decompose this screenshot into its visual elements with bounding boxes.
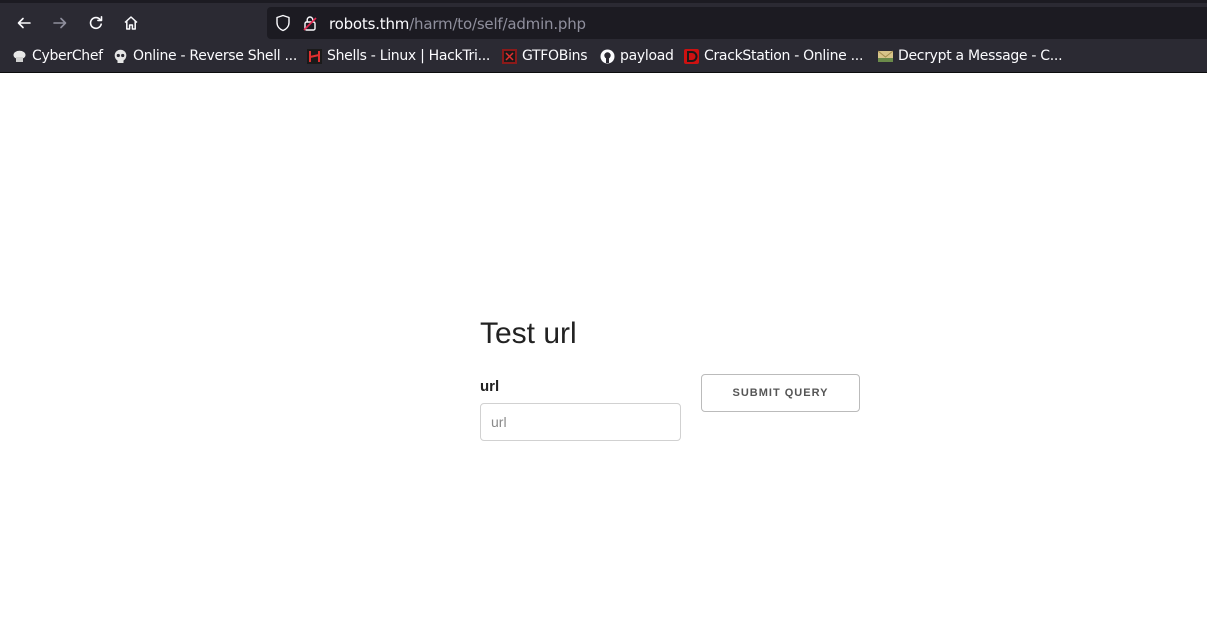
reload-icon	[89, 16, 103, 30]
bookmark-label: CrackStation - Online ...	[704, 48, 864, 64]
address-bar[interactable]: robots.thm/harm/to/self/admin.php	[267, 7, 1207, 39]
bookmark-decrypt-message[interactable]: Decrypt a Message - C...	[878, 47, 1063, 65]
github-icon	[600, 49, 615, 64]
bookmark-hacktricks[interactable]: Shells - Linux | HackTri...	[307, 47, 490, 65]
bookmark-cyberchef[interactable]: CyberChef	[12, 47, 103, 65]
url-input[interactable]	[480, 403, 681, 441]
chef-hat-icon	[12, 49, 27, 64]
gtfobins-icon	[502, 48, 517, 64]
url-host: robots.thm	[329, 15, 410, 33]
insecure-lock-icon[interactable]	[303, 15, 317, 31]
bookmark-label: Decrypt a Message - C...	[898, 48, 1063, 64]
url-path: /harm/to/self/admin.php	[409, 15, 586, 33]
bookmark-label: GTFOBins	[522, 48, 588, 64]
reload-button[interactable]	[82, 9, 110, 37]
bookmark-crackstation[interactable]: CrackStation - Online ...	[684, 47, 863, 65]
home-icon	[124, 16, 138, 30]
page-title: Test url	[480, 317, 577, 350]
browser-chrome: robots.thm/harm/to/self/admin.php CyberC…	[0, 0, 1207, 73]
submit-query-button[interactable]: SUBMIT QUERY	[701, 374, 860, 412]
bookmark-label: payload	[620, 48, 674, 64]
envelope-icon	[878, 49, 893, 64]
bookmark-label: Shells - Linux | HackTri...	[327, 48, 491, 64]
page-content: Test url url SUBMIT QUERY	[0, 73, 1207, 630]
back-button[interactable]	[10, 9, 38, 37]
url-text[interactable]: robots.thm/harm/to/self/admin.php	[329, 15, 586, 33]
bookmark-reverse-shell[interactable]: Online - Reverse Shell ...	[113, 47, 297, 65]
crackstation-icon	[684, 48, 699, 64]
bookmark-gtfobins[interactable]: GTFOBins	[502, 47, 588, 65]
arrow-left-icon	[17, 17, 31, 29]
hacktricks-icon	[307, 48, 322, 64]
bookmarks-toolbar: CyberChef Online - Reverse Shell ... She…	[0, 40, 1207, 72]
url-field-label: url	[480, 378, 500, 395]
home-button[interactable]	[117, 9, 145, 37]
browser-toolbar: robots.thm/harm/to/self/admin.php	[0, 0, 1207, 40]
forward-button[interactable]	[46, 9, 74, 37]
bookmark-label: Online - Reverse Shell ...	[133, 48, 297, 64]
bookmark-payload[interactable]: payload	[600, 47, 674, 65]
skull-icon	[113, 49, 128, 64]
arrow-right-icon	[53, 17, 67, 29]
tracking-protection-shield-icon[interactable]	[275, 14, 291, 32]
bookmark-label: CyberChef	[32, 48, 103, 64]
